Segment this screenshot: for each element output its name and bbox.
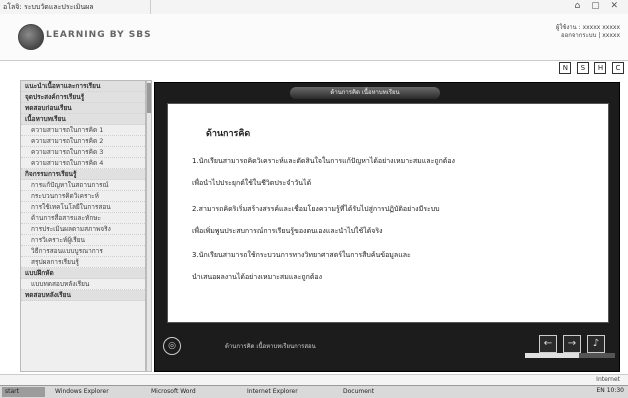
toolbar-icon-h[interactable]: H (594, 62, 607, 74)
toolbar: N S H C (556, 62, 624, 74)
progress-fill (525, 353, 579, 358)
sidebar-item[interactable]: สรุปผลการเรียนรู้ (21, 257, 145, 268)
sidebar-item[interactable]: การใช้เทคโนโลยีในการสอน (21, 202, 145, 213)
taskbar-item[interactable]: Internet Explorer (244, 387, 337, 397)
toolbar-icon-s[interactable]: S (576, 62, 589, 74)
status-bar: Internet (0, 374, 628, 385)
slide-line: 3.นักเรียนสามารถใช้กระบวนการทางวิทยาศาสต… (192, 251, 411, 259)
toolbar-icon-n[interactable]: N (559, 62, 572, 74)
user-info[interactable]: ผู้ใช้งาน : xxxxx xxxxx ออกจากระบบ | xxx… (556, 24, 620, 40)
menu-circle-icon[interactable]: ◎ (163, 337, 181, 355)
toolbar-icon-c[interactable]: C (612, 62, 624, 74)
sidebar-item[interactable]: แบบฝึกหัด (21, 268, 145, 279)
sidebar-item[interactable]: ความสามารถในการคิด 3 (21, 147, 145, 158)
next-arrow-icon[interactable]: → (563, 335, 581, 353)
title-bar: อโลจิ: ระบบวัดและประเมินผล ⌂ ▢ ✕ (0, 0, 628, 15)
slide-line: เพื่อเพิ่มพูนประสบการณ์การเรียนรู้ของตนเ… (192, 227, 383, 235)
taskbar-item[interactable]: Document (340, 387, 433, 397)
brand-name: LEARNING BY SBS (46, 30, 152, 40)
logo-icon (18, 24, 44, 50)
user-line-1: ผู้ใช้งาน : xxxxx xxxxx (555, 24, 620, 31)
system-tray: EN 10:30 (596, 387, 624, 394)
slide-line: นำเสนอผลงานได้อย่างเหมาะสมและถูกต้อง (192, 273, 323, 281)
user-line-2[interactable]: ออกจากระบบ | xxxxx (556, 32, 620, 40)
sidebar-item[interactable]: ความสามารถในการคิด 1 (21, 125, 145, 136)
sidebar-item[interactable]: การประเมินผลตามสภาพจริง (21, 224, 145, 235)
slide-heading: ด้านการคิด (206, 129, 251, 139)
sidebar-item[interactable]: ด้านการสื่อสารและทักษะ (21, 213, 145, 224)
window-title: อโลจิ: ระบบวัดและประเมินผล (3, 3, 94, 11)
sidebar-item[interactable]: จุดประสงค์การเรียนรู้ (21, 92, 145, 103)
sidebar-item[interactable]: วิธีการสอนแบบบูรณาการ (21, 246, 145, 257)
slide-progress-bar[interactable] (525, 353, 615, 358)
sidebar-item[interactable]: ทดสอบหลังเรียน (21, 290, 145, 301)
sidebar-menu: แนะนำเนื้อหาและการเรียน จุดประสงค์การเรีย… (20, 80, 146, 372)
page-header: LEARNING BY SBS ผู้ใช้งาน : xxxxx xxxxx … (0, 14, 628, 61)
sidebar-item[interactable]: แบบทดสอบหลังเรียน (21, 279, 145, 290)
sidebar-scrollbar[interactable] (146, 80, 152, 372)
sidebar-item[interactable]: เนื้อหาบทเรียน (21, 114, 145, 125)
slide-line: 2.สามารถคิดริเริ่มสร้างสรรค์และเชื่อมโยง… (192, 205, 440, 213)
viewer-header: ด้านการคิด เนื้อหาบทเรียน (290, 87, 440, 99)
security-zone: Internet (596, 376, 620, 383)
lesson-viewer: ด้านการคิด เนื้อหาบทเรียน ด้านการคิด 1.น… (154, 82, 620, 372)
slide-line: เพื่อนำไปประยุกต์ใช้ในชีวิตประจำวันได้ (192, 179, 312, 187)
sidebar-item[interactable]: กระบวนการคิดวิเคราะห์ (21, 191, 145, 202)
sidebar-item[interactable]: การวิเคราะห์ผู้เรียน (21, 235, 145, 246)
scrollbar-thumb[interactable] (147, 83, 151, 113)
sidebar-item[interactable]: แนะนำเนื้อหาและการเรียน (21, 81, 145, 92)
window-controls[interactable]: ⌂ ▢ ✕ (575, 1, 622, 11)
title-divider (150, 0, 151, 14)
start-button[interactable]: start (2, 387, 45, 397)
prev-arrow-icon[interactable]: ← (539, 335, 557, 353)
sidebar-item[interactable]: ความสามารถในการคิด 4 (21, 158, 145, 169)
taskbar-item[interactable]: Windows Explorer (52, 387, 145, 397)
sidebar-item[interactable]: ทดสอบก่อนเรียน (21, 103, 145, 114)
audio-icon[interactable]: ♪ (587, 335, 605, 353)
slide-line: 1.นักเรียนสามารถคิดวิเคราะห์และตัดสินใจใ… (192, 157, 455, 165)
taskbar: start Windows Explorer Microsoft Word In… (0, 385, 628, 398)
lesson-slide: ด้านการคิด 1.นักเรียนสามารถคิดวิเคราะห์แ… (167, 103, 609, 323)
sidebar-item[interactable]: ความสามารถในการคิด 2 (21, 136, 145, 147)
taskbar-item[interactable]: Microsoft Word (148, 387, 241, 397)
slide-caption: ด้านการคิด เนื้อหาบทเรียนการสอน (225, 343, 316, 350)
sidebar-item[interactable]: กิจกรรมการเรียนรู้ (21, 169, 145, 180)
sidebar-item[interactable]: การแก้ปัญหาในสถานการณ์ (21, 180, 145, 191)
